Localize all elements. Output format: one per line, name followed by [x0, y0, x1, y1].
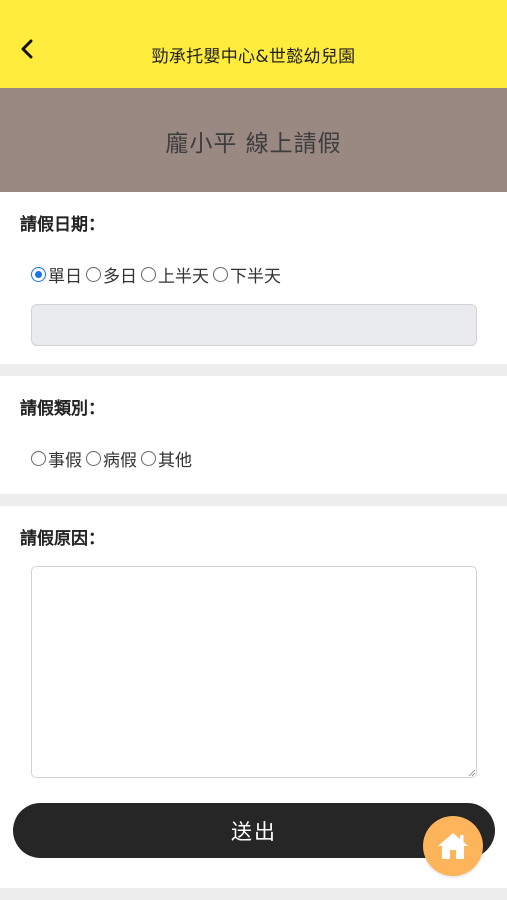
radio-label: 其他 — [158, 451, 192, 471]
app-title: 勁承托嬰中心&世懿幼兒園 — [151, 47, 356, 67]
radio-label: 多日 — [103, 267, 137, 287]
radio-label: 事假 — [48, 451, 82, 471]
radio-button[interactable] — [213, 267, 228, 282]
page-title: 龐小平 線上請假 — [165, 131, 342, 157]
leave-type-options: 事假 病假 其他 — [31, 446, 196, 471]
radio-button[interactable] — [141, 267, 156, 282]
radio-personal-leave[interactable]: 事假 — [31, 446, 82, 471]
leave-type-label: 請假類別： — [20, 399, 105, 419]
resize-grip-icon[interactable] — [468, 769, 476, 777]
radio-label: 病假 — [103, 451, 137, 471]
date-input[interactable] — [31, 304, 477, 346]
home-icon — [438, 833, 468, 859]
radio-button[interactable] — [31, 451, 46, 466]
radio-single-day[interactable]: 單日 — [31, 262, 82, 287]
radio-morning[interactable]: 上半天 — [141, 262, 209, 287]
radio-sick-leave[interactable]: 病假 — [86, 446, 137, 471]
radio-afternoon[interactable]: 下半天 — [213, 262, 281, 287]
top-bar: 勁承托嬰中心&世懿幼兒園 — [0, 0, 507, 88]
radio-label: 單日 — [48, 267, 82, 287]
radio-button[interactable] — [86, 451, 101, 466]
radio-button[interactable] — [141, 451, 156, 466]
home-button[interactable] — [423, 816, 483, 876]
radio-button[interactable] — [86, 267, 101, 282]
leave-reason-label: 請假原因： — [20, 529, 105, 549]
radio-label: 下半天 — [230, 267, 281, 287]
radio-other-leave[interactable]: 其他 — [141, 446, 192, 471]
leave-date-options: 單日 多日 上半天 下半天 — [31, 262, 285, 287]
leave-date-label: 請假日期： — [20, 215, 105, 235]
page-banner: 龐小平 線上請假 — [0, 88, 507, 192]
radio-multi-day[interactable]: 多日 — [86, 262, 137, 287]
radio-button-checked[interactable] — [31, 267, 46, 282]
leave-type-section: 請假類別： 事假 病假 其他 — [0, 376, 507, 494]
leave-date-section: 請假日期： 單日 多日 上半天 下半天 — [0, 192, 507, 364]
radio-label: 上半天 — [158, 267, 209, 287]
reason-textarea[interactable] — [31, 566, 477, 778]
